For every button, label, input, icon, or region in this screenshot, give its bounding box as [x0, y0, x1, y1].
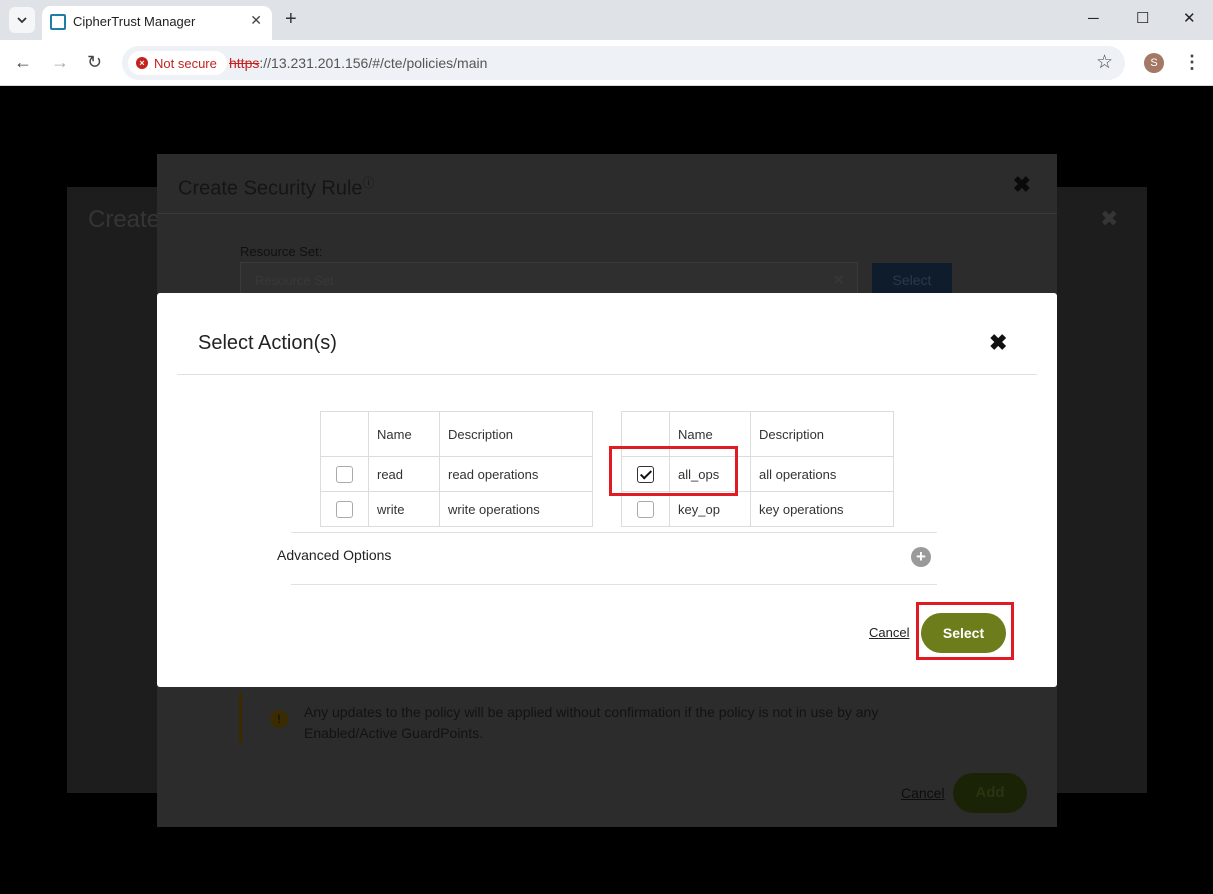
expand-plus-icon[interactable]: + [911, 547, 931, 567]
action-description: all operations [750, 456, 894, 492]
browser-toolbar: ← → ↻ × Not secure https://13.231.201.15… [0, 40, 1213, 86]
row-checkbox-cell [621, 491, 670, 527]
reload-icon[interactable]: ↻ [87, 52, 102, 72]
url-path: ://13.231.201.156/#/cte/policies/main [259, 55, 488, 71]
create-rule-title-text: Create Security Rule [178, 177, 363, 200]
table-row[interactable]: read read operations [320, 456, 593, 492]
description-column-header: Description [750, 411, 894, 457]
kebab-menu-icon[interactable]: ⋮ [1183, 52, 1201, 73]
resource-set-select-button: Select [872, 263, 952, 297]
background-panel-title: Create [88, 206, 161, 233]
row-checkbox-cell [320, 491, 369, 527]
highlight-box-select [916, 602, 1014, 660]
create-rule-close-icon: ✖ [1012, 172, 1031, 197]
tab-search-button[interactable] [9, 7, 35, 33]
table-header-row: Name Description [320, 411, 593, 457]
policy-warning: ! Any updates to the policy will be appl… [239, 692, 939, 744]
key-op-checkbox[interactable] [637, 500, 654, 518]
profile-avatar[interactable]: S [1144, 53, 1164, 73]
tab-title: CipherTrust Manager [73, 14, 196, 29]
forward-arrow-icon[interactable]: → [51, 52, 69, 72]
action-name: read [368, 456, 440, 492]
description-column-header: Description [439, 411, 593, 457]
ciphertrust-favicon-icon [50, 14, 66, 30]
address-bar[interactable]: × Not secure https://13.231.201.156/#/ct… [122, 46, 1125, 80]
actions-table-left: Name Description read read operations wr… [320, 411, 593, 527]
dialog-cancel-link[interactable]: Cancel [869, 625, 909, 640]
advanced-options-divider-bottom [291, 584, 937, 585]
clear-icon: ✕ [832, 272, 845, 289]
url-scheme: https [229, 55, 260, 71]
url-text[interactable]: https://13.231.201.156/#/cte/policies/ma… [229, 55, 487, 71]
not-secure-chip[interactable]: × Not secure [128, 51, 227, 75]
dialog-title: Select Action(s) [198, 332, 337, 354]
action-name: write [368, 491, 440, 527]
select-column-header [320, 411, 369, 457]
create-rule-cancel-link: Cancel [901, 785, 945, 801]
back-arrow-icon[interactable]: ← [14, 52, 32, 72]
chevron-down-icon [17, 17, 27, 24]
tab-close-icon[interactable]: ✕ [250, 12, 262, 29]
background-close-icon: ✖ [1100, 206, 1119, 231]
browser-tab-bar: CipherTrust Manager ✕ + ─ ☐ ✕ [0, 0, 1213, 40]
minimize-icon[interactable]: ─ [1088, 9, 1099, 29]
help-icon: ⓘ [362, 176, 375, 190]
window-close-icon[interactable]: ✕ [1183, 9, 1196, 29]
read-checkbox[interactable] [336, 465, 353, 483]
dialog-divider [177, 374, 1037, 375]
action-description: key operations [750, 491, 894, 527]
maximize-icon[interactable]: ☐ [1136, 9, 1149, 29]
table-row[interactable]: write write operations [320, 491, 593, 527]
warning-circle-icon: × [136, 57, 148, 69]
name-column-header: Name [368, 411, 440, 457]
action-description: write operations [439, 491, 593, 527]
action-name: key_op [669, 491, 751, 527]
create-rule-header: Create Security Ruleⓘ ✖ [157, 154, 1057, 214]
highlight-box-all-ops [609, 446, 738, 496]
table-row[interactable]: key_op key operations [621, 491, 894, 527]
dialog-close-icon[interactable]: ✖ [989, 330, 1007, 356]
browser-tab[interactable]: CipherTrust Manager ✕ [42, 6, 272, 40]
row-checkbox-cell [320, 456, 369, 492]
policy-warning-text: Any updates to the policy will be applie… [304, 704, 879, 741]
not-secure-label: Not secure [154, 55, 217, 71]
bookmark-star-icon[interactable]: ☆ [1096, 51, 1113, 74]
resource-set-placeholder: Resource Set [255, 273, 334, 288]
resource-set-label: Resource Set: [240, 244, 323, 259]
advanced-options-label[interactable]: Advanced Options [277, 547, 391, 563]
action-description: read operations [439, 456, 593, 492]
warning-icon: ! [270, 710, 288, 728]
new-tab-button[interactable]: + [285, 8, 297, 30]
create-rule-title: Create Security Ruleⓘ [178, 174, 375, 201]
write-checkbox[interactable] [336, 500, 353, 518]
advanced-options-divider-top [291, 532, 937, 533]
create-rule-add-button: Add [953, 773, 1027, 813]
